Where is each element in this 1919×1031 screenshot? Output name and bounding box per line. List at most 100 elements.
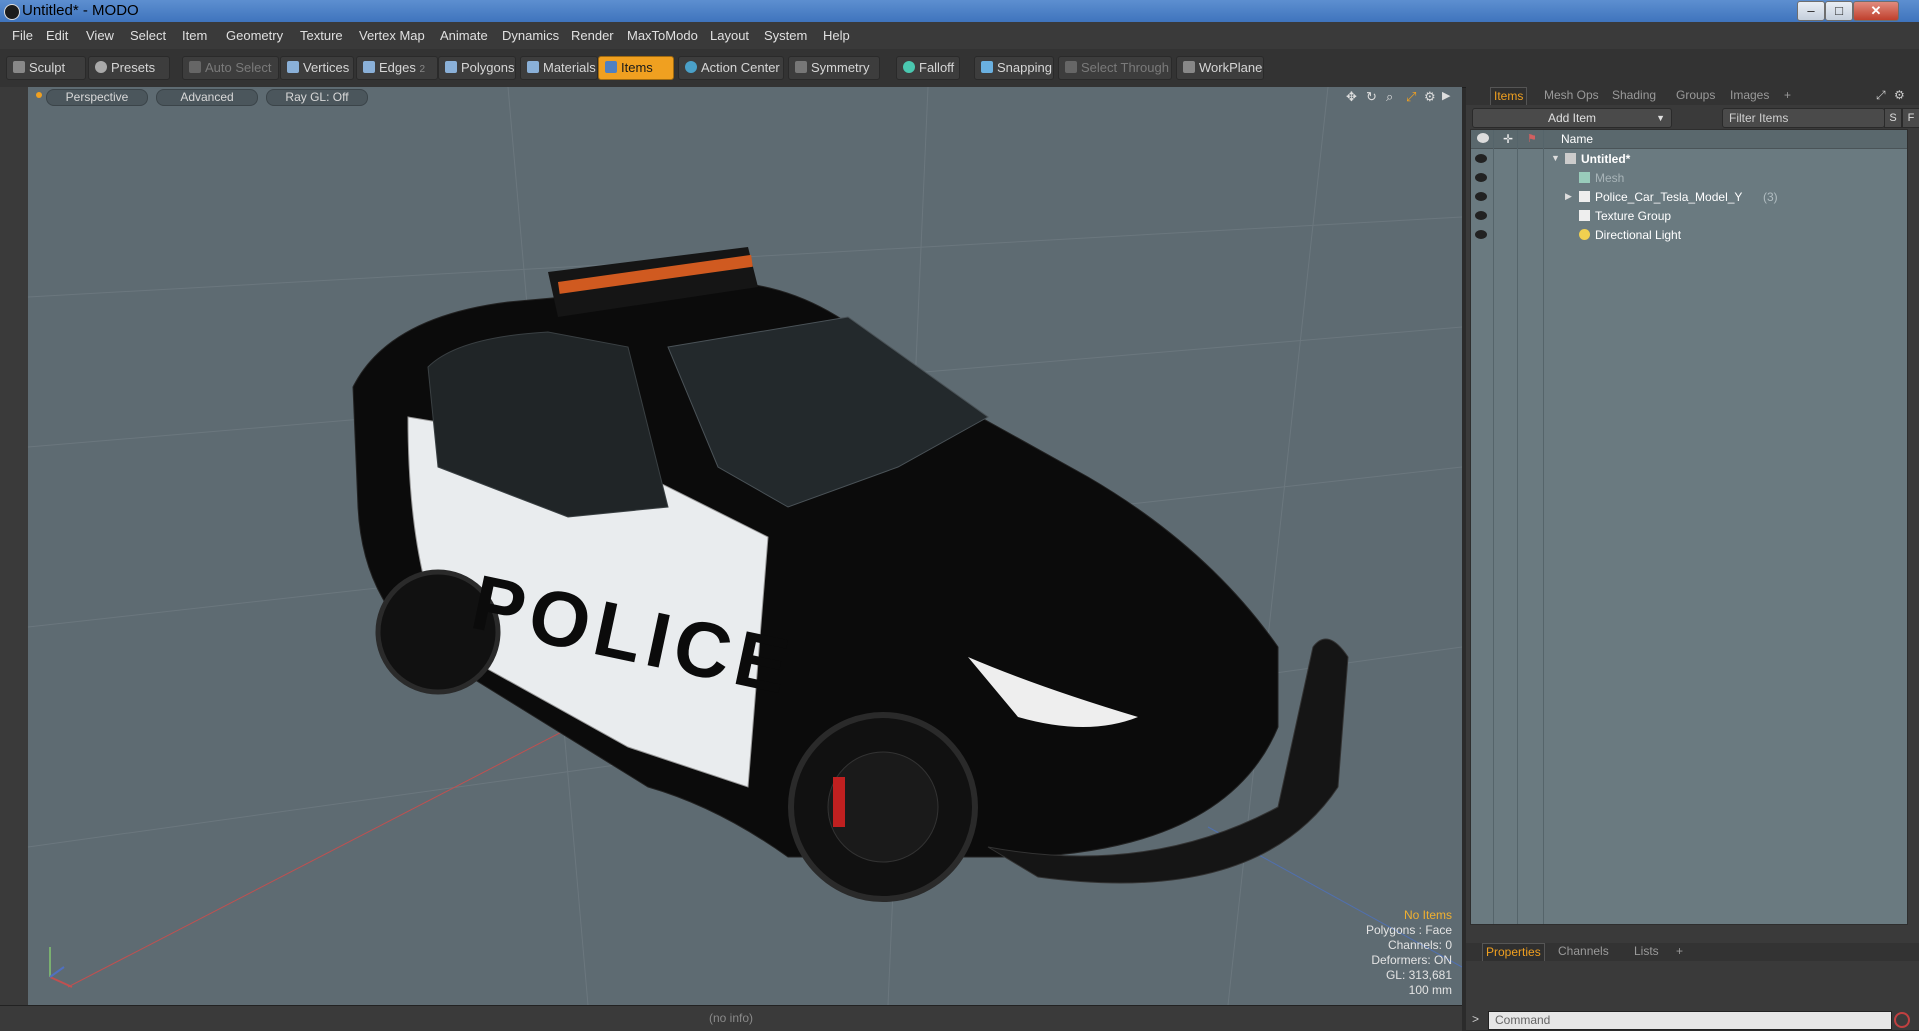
visibility-column-icon[interactable] (1477, 133, 1489, 143)
menu-item[interactable]: Item (182, 28, 207, 43)
viewport-indicator-icon (36, 92, 42, 98)
eye-icon[interactable] (1475, 230, 1487, 239)
tab-shading[interactable]: Shading (1612, 87, 1656, 104)
3d-viewport[interactable]: POLICE No Items Polygons : Face Channels… (28, 87, 1462, 1005)
presets-button[interactable]: Presets (88, 56, 170, 80)
menu-layout[interactable]: Layout (710, 28, 749, 43)
render-column-icon[interactable]: ⚑ (1527, 132, 1537, 145)
viewport-settings-icon[interactable]: ⚙ (1424, 89, 1436, 105)
add-item-dropdown[interactable]: Add Item ▼ (1472, 108, 1672, 128)
eye-icon[interactable] (1475, 211, 1487, 220)
vertices-icon (287, 61, 299, 73)
fit-icon[interactable]: ⤢ (1406, 89, 1416, 105)
tab-images[interactable]: Images (1730, 87, 1769, 104)
menu-texture[interactable]: Texture (300, 28, 343, 43)
pan-icon[interactable]: ✥ (1346, 89, 1357, 105)
expand-arrow-icon[interactable]: ▼ (1551, 153, 1560, 163)
column-divider (1493, 130, 1494, 924)
chevron-down-icon: ▼ (1656, 113, 1665, 123)
polygons-icon (445, 61, 457, 73)
advanced-tab[interactable]: Advanced (156, 89, 258, 106)
rotate-icon[interactable]: ↻ (1366, 89, 1377, 105)
scene-icon (1565, 153, 1576, 164)
falloff-icon (903, 61, 915, 73)
add-tab-button[interactable]: + (1784, 87, 1791, 104)
channels-count: Channels: 0 (1387, 938, 1452, 952)
menu-edit[interactable]: Edit (46, 28, 68, 43)
items-button[interactable]: Items (598, 56, 674, 80)
menu-vertex-map[interactable]: Vertex Map (359, 28, 425, 43)
materials-button[interactable]: Materials (520, 56, 598, 80)
group-icon (1579, 210, 1590, 221)
item-tree[interactable]: ✛ ⚑ Name ▼ Untitled* Mesh ▶ Police_Car_T… (1470, 129, 1908, 925)
zoom-icon[interactable]: ⌕ (1386, 89, 1393, 105)
maximize-icon[interactable]: □ (1825, 1, 1853, 21)
menu-dynamics[interactable]: Dynamics (502, 28, 559, 43)
gl-polycount: GL: 313,681 (1385, 968, 1452, 982)
name-column-header[interactable]: Name (1561, 132, 1593, 146)
menu-system[interactable]: System (764, 28, 807, 43)
menu-view[interactable]: View (86, 28, 114, 43)
tab-properties[interactable]: Properties (1482, 943, 1545, 961)
viewport-header: Perspective Advanced Ray GL: Off ✥ ↻ ⌕ ⤢… (28, 87, 1462, 107)
s-button[interactable]: S (1884, 108, 1902, 128)
polygons-button[interactable]: Polygons (438, 56, 516, 80)
tree-row-directional-light[interactable]: Directional Light (1471, 226, 1907, 245)
tree-row-untitled[interactable]: ▼ Untitled* (1471, 150, 1907, 169)
tree-row-police-car[interactable]: ▶ Police_Car_Tesla_Model_Y (3) (1471, 188, 1907, 207)
menu-render[interactable]: Render (571, 28, 614, 43)
menu-animate[interactable]: Animate (440, 28, 488, 43)
action-center-button[interactable]: Action Center (678, 56, 784, 80)
tab-lists[interactable]: Lists (1634, 943, 1659, 960)
menu-select[interactable]: Select (130, 28, 166, 43)
tree-row-texture-group[interactable]: Texture Group (1471, 207, 1907, 226)
menu-help[interactable]: Help (823, 28, 850, 43)
snapping-button[interactable]: Snapping (974, 56, 1054, 80)
edges-count: 2 (419, 64, 426, 75)
group-icon (1579, 191, 1590, 202)
symmetry-icon (795, 61, 807, 73)
eye-icon[interactable] (1475, 154, 1487, 163)
select-through-button[interactable]: Select Through (1058, 56, 1172, 80)
tab-channels[interactable]: Channels (1558, 943, 1609, 960)
title-bar: Untitled* - MODO – □ ✕ (0, 0, 1919, 22)
menu-bar: File Edit View Select Item Geometry Text… (0, 22, 1919, 50)
eye-icon[interactable] (1475, 173, 1487, 182)
menu-geometry[interactable]: Geometry (226, 28, 283, 43)
tab-items[interactable]: Items (1490, 87, 1528, 105)
eye-icon[interactable] (1475, 192, 1487, 201)
edges-button[interactable]: Edges 2 (356, 56, 438, 80)
tab-mesh-ops[interactable]: Mesh Ops (1544, 87, 1599, 104)
add-tab-button[interactable]: + (1676, 943, 1683, 960)
falloff-button[interactable]: Falloff (896, 56, 960, 80)
axis-gizmo (49, 947, 73, 988)
raygl-tab[interactable]: Ray GL: Off (266, 89, 368, 106)
sculpt-button[interactable]: Sculpt (6, 56, 86, 80)
viewport-status-overlay: No Items Polygons : Face Channels: 0 Def… (1300, 908, 1452, 998)
record-macro-icon[interactable] (1894, 1012, 1910, 1028)
column-divider (1517, 130, 1518, 924)
filter-items-input[interactable]: Filter Items (1722, 108, 1885, 128)
command-input[interactable]: Command (1488, 1011, 1892, 1030)
symmetry-button[interactable]: Symmetry (788, 56, 880, 80)
f-button[interactable]: F (1902, 108, 1919, 128)
tab-groups[interactable]: Groups (1676, 87, 1715, 104)
workplane-button[interactable]: WorkPlane (1176, 56, 1264, 80)
panel-settings-icon[interactable]: ⚙ (1894, 87, 1905, 104)
mesh-icon (1579, 172, 1590, 183)
menu-maxtomodo[interactable]: MaxToModo (627, 28, 698, 43)
perspective-tab[interactable]: Perspective (46, 89, 148, 106)
grid-scale: 100 mm (1408, 983, 1452, 997)
expand-arrow-icon[interactable]: ▶ (1565, 191, 1572, 202)
expand-panel-icon[interactable]: ⤢ (1876, 87, 1886, 104)
menu-file[interactable]: File (12, 28, 33, 43)
auto-select-button[interactable]: Auto Select (182, 56, 279, 80)
minimize-icon[interactable]: – (1797, 1, 1825, 21)
viewport-menu-arrow-icon[interactable]: ▶ (1442, 89, 1450, 102)
vertices-button[interactable]: Vertices (280, 56, 354, 80)
tree-row-mesh[interactable]: Mesh (1471, 169, 1907, 188)
deformers-status: Deformers: ON (1371, 953, 1452, 967)
action-center-icon (685, 61, 697, 73)
close-icon[interactable]: ✕ (1853, 1, 1899, 21)
lock-column-icon[interactable]: ✛ (1503, 132, 1513, 146)
